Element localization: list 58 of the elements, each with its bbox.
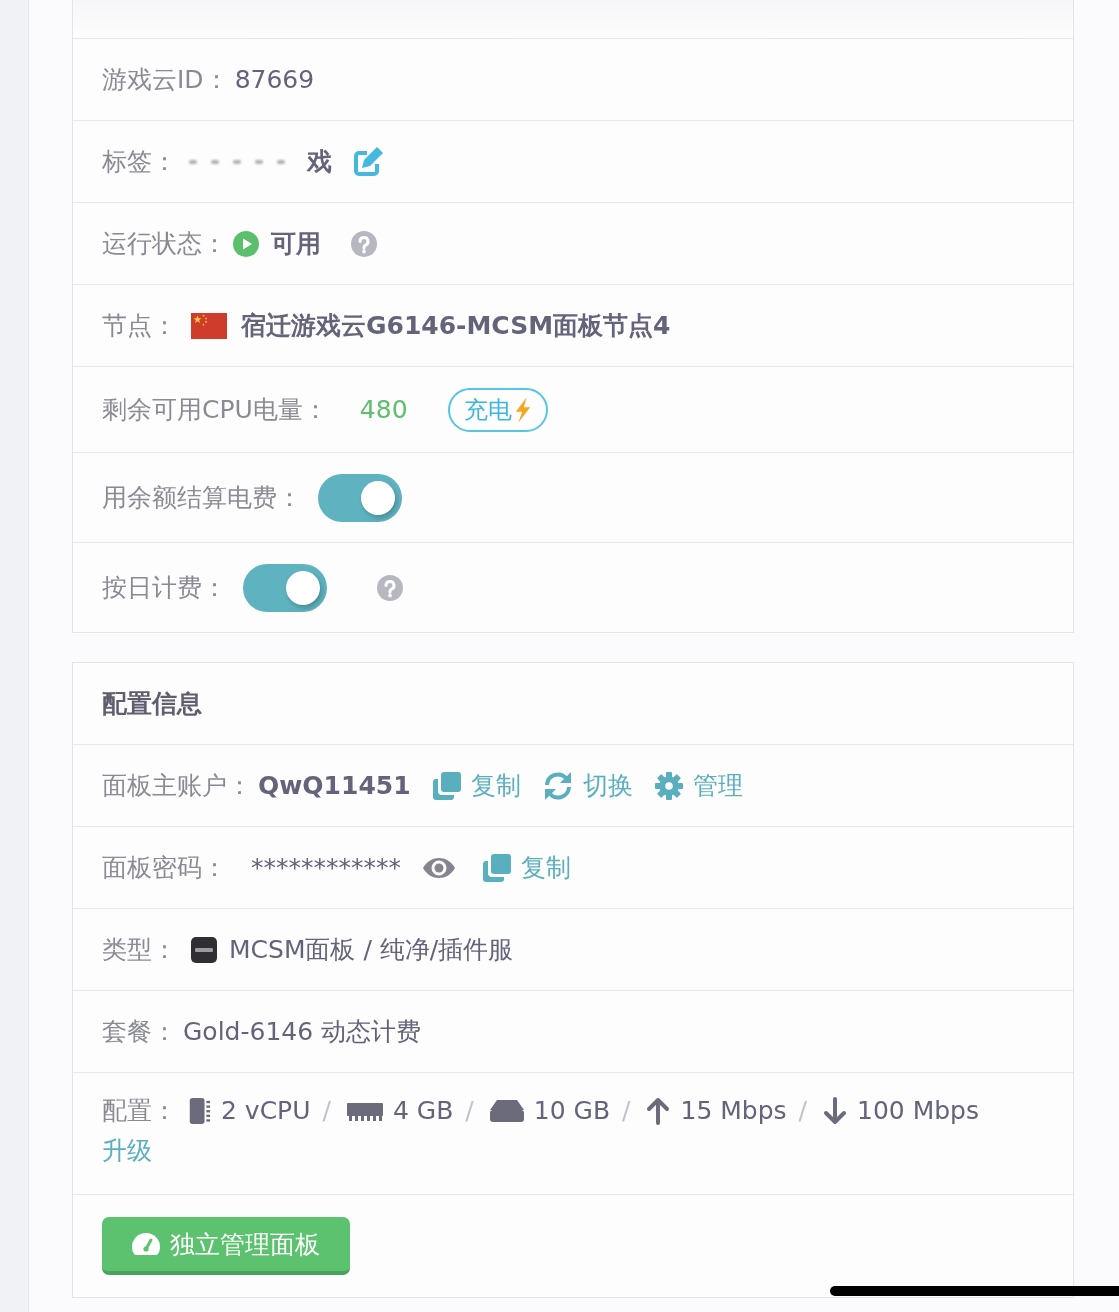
- copy-icon: [483, 853, 511, 882]
- memory-icon: [346, 1100, 383, 1121]
- arrow-down-icon: [823, 1096, 847, 1125]
- toggle-switch[interactable]: [318, 473, 402, 522]
- field-label: 游戏云ID：: [102, 64, 229, 96]
- field-value: Gold-6146 动态计费: [183, 1016, 422, 1048]
- field-value: MCSM面板 / 纯净/插件服: [229, 934, 514, 966]
- separator: /: [322, 1096, 331, 1125]
- spec-value: 2 vCPU: [221, 1096, 311, 1125]
- copy-link[interactable]: 复制: [432, 769, 521, 802]
- field-label: 剩余可用CPU电量：: [102, 394, 328, 426]
- copy-icon: [432, 771, 461, 800]
- lightning-icon: [513, 396, 532, 423]
- account-name: QwQ11451: [258, 771, 411, 800]
- status-text: 可用: [271, 228, 321, 260]
- credit-value: 480: [359, 395, 408, 424]
- edit-icon[interactable]: [352, 145, 384, 178]
- tag-text: 戏: [307, 146, 332, 178]
- help-icon[interactable]: [351, 230, 377, 257]
- field-label: 按日计费：: [102, 572, 227, 604]
- spec-value: 10 GB: [533, 1096, 611, 1125]
- field-label: 套餐：: [102, 1016, 177, 1048]
- china-flag-icon: [191, 312, 227, 339]
- gauge-icon: [132, 1233, 160, 1255]
- field-label: 标签：: [102, 146, 177, 178]
- manage-link[interactable]: 管理: [654, 769, 743, 802]
- separator: /: [798, 1096, 807, 1125]
- recharge-button[interactable]: 充电: [447, 387, 548, 432]
- field-label: 类型：: [102, 934, 177, 966]
- field-value: 87669: [234, 65, 315, 94]
- gear-icon: [654, 771, 683, 800]
- password-mask: ************: [251, 853, 401, 882]
- node-name: 宿迁游戏云G6146-MCSM面板节点4: [241, 310, 671, 342]
- copy-link[interactable]: 复制: [483, 851, 571, 884]
- eye-icon[interactable]: [423, 857, 455, 878]
- field-label: 运行状态：: [102, 228, 227, 260]
- chip-icon: [187, 1097, 211, 1124]
- hard-drive-icon: [489, 1099, 524, 1122]
- upgrade-link[interactable]: 升级: [102, 1134, 152, 1167]
- field-label: 面板主账户：: [102, 770, 252, 802]
- help-icon[interactable]: [377, 574, 403, 601]
- field-label: 配置：: [102, 1095, 177, 1127]
- separator: /: [622, 1096, 631, 1125]
- spec-value: 100 Mbps: [857, 1096, 979, 1125]
- play-status-icon: [233, 230, 259, 257]
- section-title: 配置信息: [102, 688, 202, 720]
- separator: /: [465, 1096, 474, 1125]
- spec-value: 15 Mbps: [680, 1096, 787, 1125]
- field-label: 面板密码：: [102, 852, 227, 884]
- panel-button[interactable]: 独立管理面板: [102, 1217, 350, 1275]
- switch-link[interactable]: 切换: [542, 769, 633, 802]
- field-label: 用余额结算电费：: [102, 482, 302, 514]
- app-logo-icon: [191, 936, 217, 963]
- toggle-switch[interactable]: [243, 563, 327, 612]
- arrow-up-icon: [646, 1096, 671, 1125]
- refresh-icon: [542, 770, 573, 801]
- spec-value: 4 GB: [392, 1096, 454, 1125]
- field-label: 节点：: [102, 310, 177, 342]
